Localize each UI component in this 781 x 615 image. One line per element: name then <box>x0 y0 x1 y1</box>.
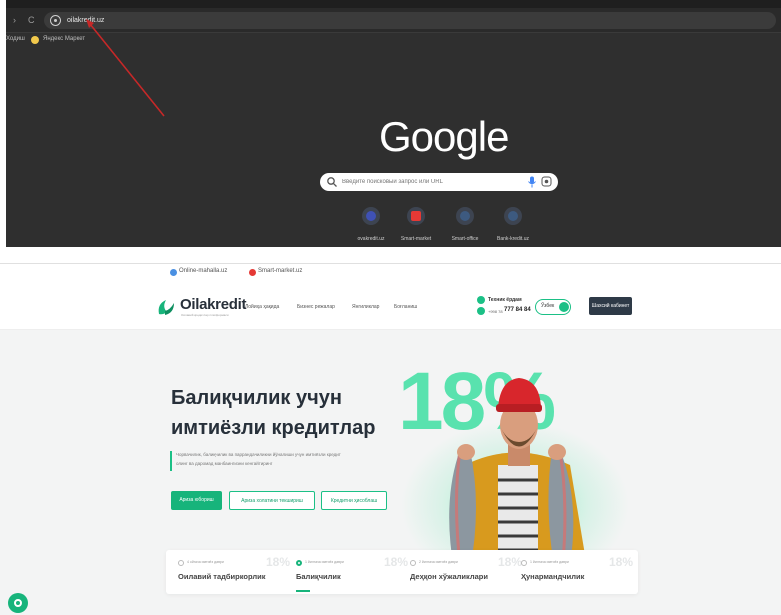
support-phone-prefix[interactable]: +998 78 <box>488 309 503 314</box>
shortcut-label: ovakredit.uz <box>357 236 385 242</box>
credit-tab-fishery[interactable]: 1 йилгача имтиёз даври 18% Балиқчилик <box>296 552 409 592</box>
check-status-button[interactable]: Ариза холатини текшириш <box>229 491 315 510</box>
shortcut-icon-bg <box>407 207 425 225</box>
card-grace-period: 4 ойгача имтиёз даври <box>187 560 224 564</box>
card-title: Деҳқон хўжаликлари <box>410 572 488 581</box>
card-grace-period: 1 йилгача имтиёз даври <box>530 560 569 564</box>
nav-about[interactable]: Лойиҳа ҳақида <box>245 304 279 310</box>
microphone-icon[interactable] <box>527 176 537 188</box>
card-title: Балиқчилик <box>296 572 341 581</box>
smart-office-icon <box>460 211 470 221</box>
language-label: Ўзбек <box>541 303 555 309</box>
nav-contact[interactable]: Боғланиш <box>394 304 417 310</box>
site-logo-tagline: Оилавий кредитлар платформаси <box>181 313 229 317</box>
search-input[interactable] <box>342 174 512 190</box>
card-title: Оилавий тадбиркорлик <box>178 572 266 581</box>
site-bookmarks-bar <box>0 263 781 284</box>
hero-subtitle-accent <box>170 451 172 471</box>
hero-title-line2: имтиёзли кредитлар <box>171 417 376 439</box>
shortcut-icon-bg <box>504 207 522 225</box>
chat-widget-button[interactable] <box>8 593 28 613</box>
personal-cabinet-button[interactable]: Шахсий кабинет <box>589 297 632 315</box>
card-rate: 18% <box>266 555 291 569</box>
support-phone-number[interactable]: 777 84 84 <box>504 307 531 313</box>
credit-tab-family-business[interactable]: 4 ойгача имтиёз даври 18% Оилавий тадбир… <box>178 552 291 592</box>
language-toggle-icon <box>559 302 569 312</box>
site-info-icon[interactable] <box>50 15 61 26</box>
oilakredit-logo-icon[interactable] <box>155 296 177 318</box>
smart-market-icon <box>249 269 256 276</box>
card-rate: 18% <box>498 555 523 569</box>
calculate-credit-button[interactable]: Кредитни ҳисоблаш <box>321 491 387 510</box>
hero-subtitle-line1: Чорвачилик, балиқчилик ва паррандачиликн… <box>176 452 341 457</box>
radio-icon <box>178 560 184 566</box>
yandex-market-icon <box>31 36 39 44</box>
bookmark-yandex-market[interactable]: Яндекс Маркет <box>43 36 85 42</box>
search-icon <box>327 177 337 187</box>
shortcut-label: Smart-market <box>400 236 432 242</box>
shortcut-tile[interactable]: Bank-kredit.uz <box>489 207 537 242</box>
active-tab-indicator <box>296 590 310 592</box>
hero-title-line1: Балиқчилик учун <box>171 387 342 409</box>
card-grace-period: 2 йилгача имтиёз даври <box>419 560 458 564</box>
phone-icon <box>477 307 485 315</box>
support-icon <box>477 296 485 304</box>
nav-business-plans[interactable]: Бизнес режалар <box>297 304 335 310</box>
online-mahalla-icon <box>170 269 177 276</box>
site-header <box>0 283 781 330</box>
bookmark-online-mahalla[interactable]: Online-mahalla.uz <box>179 268 227 274</box>
card-rate: 18% <box>609 555 634 569</box>
screenshot-divider <box>0 248 781 263</box>
google-lens-icon[interactable] <box>541 176 552 187</box>
radio-selected-icon <box>296 560 302 566</box>
shortcut-icon-bg <box>362 207 380 225</box>
shortcut-label: Smart-office <box>451 236 479 242</box>
nav-news[interactable]: Янгиликлар <box>352 304 379 310</box>
support-label: Техник ёрдам <box>488 297 522 303</box>
shortcut-tile[interactable]: Smart-office <box>441 207 489 242</box>
browser-window: › C oilakredit.uz Ходиш Яндекс Маркет Go… <box>6 0 781 247</box>
bank-kredit-icon <box>508 211 518 221</box>
smart-market-icon <box>411 211 421 221</box>
card-title: Ҳунармандчилик <box>521 572 585 581</box>
bookmark-smart-market[interactable]: Smart-market.uz <box>258 268 302 274</box>
address-bar[interactable] <box>44 12 776 29</box>
apply-button[interactable]: Ариза юбориш <box>171 491 222 510</box>
card-grace-period: 1 йилгача имтиёз даври <box>305 560 344 564</box>
shortcut-label: Bank-kredit.uz <box>497 236 529 242</box>
address-bar-url[interactable]: oilakredit.uz <box>67 14 104 28</box>
radio-icon <box>521 560 527 566</box>
bookmarks-bar <box>6 32 781 48</box>
shortcut-tile[interactable]: ovakredit.uz <box>347 207 395 242</box>
google-logo: Google <box>379 113 509 160</box>
ovakredit-icon <box>366 211 376 221</box>
card-rate: 18% <box>384 555 409 569</box>
credit-tab-farming[interactable]: 2 йилгача имтиёз даври 18% Деҳқон хўжали… <box>410 552 523 592</box>
hero-subtitle-line2: олинг ва даромад манбаингизни кенгайтири… <box>176 461 273 466</box>
radio-icon <box>410 560 416 566</box>
reload-icon[interactable]: C <box>28 8 35 32</box>
bookmarks-bar-label[interactable]: Ходиш <box>6 36 25 42</box>
shortcut-icon-bg <box>456 207 474 225</box>
site-logo[interactable]: Oilakredit <box>180 296 247 313</box>
credit-tab-handicraft[interactable]: 1 йилгача имтиёз даври 18% Ҳунармандчили… <box>521 552 634 592</box>
shortcut-tile[interactable]: Smart-market <box>392 207 440 242</box>
tab-strip <box>6 0 781 8</box>
forward-icon[interactable]: › <box>13 8 16 32</box>
